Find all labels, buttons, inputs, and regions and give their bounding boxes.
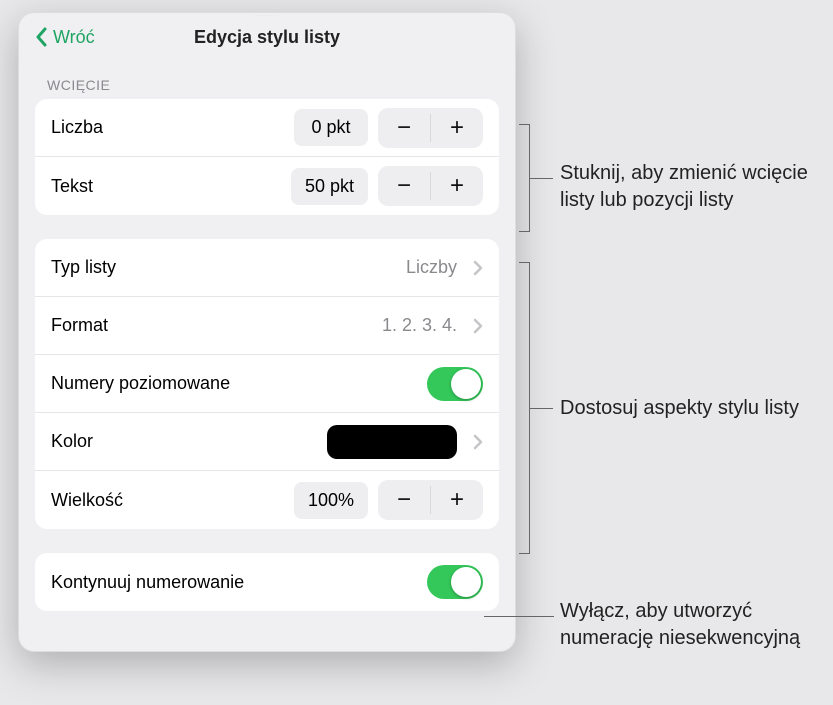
callout-leader-indent [529,178,553,179]
continue-numbering-toggle[interactable] [427,565,483,599]
row-number-indent: Liczba 0 pkt − + [35,99,499,157]
number-indent-value: 0 pkt [294,109,368,146]
size-increment[interactable]: + [431,480,483,520]
tiered-numbers-toggle[interactable] [427,367,483,401]
callout-style: Dostosuj aspekty stylu listy [560,395,799,422]
row-continue-numbering: Kontynuuj numerowanie [35,553,499,611]
callout-leader-continue [484,616,554,617]
chevron-right-icon [473,318,483,334]
popover-header: Wróć Edycja stylu listy [19,13,515,61]
edit-list-style-popover: Wróć Edycja stylu listy WCIĘCIE Liczba 0… [18,12,516,652]
row-tiered-numbers: Numery poziomowane [35,355,499,413]
row-text-indent: Tekst 50 pkt − + [35,157,499,215]
row-list-type[interactable]: Typ listy Liczby [35,239,499,297]
back-button[interactable]: Wróć [35,27,95,48]
row-format[interactable]: Format 1. 2. 3. 4. [35,297,499,355]
text-indent-stepper: − + [378,166,483,206]
row-label-color: Kolor [51,431,327,452]
format-value: 1. 2. 3. 4. [382,315,457,336]
number-indent-increment[interactable]: + [431,108,483,148]
row-label-continue: Kontynuuj numerowanie [51,572,427,593]
number-indent-stepper: − + [378,108,483,148]
size-decrement[interactable]: − [378,480,430,520]
size-stepper: − + [378,480,483,520]
chevron-right-icon [473,260,483,276]
size-value: 100% [294,482,368,519]
popover-content: WCIĘCIE Liczba 0 pkt − + Tekst 50 pkt [19,61,515,651]
row-label-format: Format [51,315,382,336]
row-size: Wielkość 100% − + [35,471,499,529]
text-indent-decrement[interactable]: − [378,166,430,206]
group-continue: Kontynuuj numerowanie [35,553,499,611]
row-color[interactable]: Kolor [35,413,499,471]
row-label-size: Wielkość [51,490,294,511]
section-label-indent: WCIĘCIE [47,77,487,93]
callout-leader-style [529,408,553,409]
chevron-left-icon [35,27,49,47]
list-type-value: Liczby [406,257,457,278]
color-swatch [327,425,457,459]
chevron-right-icon [473,434,483,450]
group-indent: Liczba 0 pkt − + Tekst 50 pkt − [35,99,499,215]
row-label-tiered: Numery poziomowane [51,373,427,394]
callout-indent: Stuknij, aby zmienić wcięcie listy lub p… [560,160,820,214]
callout-continue: Wyłącz, aby utworzyć numerację niesekwen… [560,598,820,652]
text-indent-increment[interactable]: + [431,166,483,206]
row-label-text: Tekst [51,176,291,197]
back-label: Wróć [53,27,95,48]
number-indent-decrement[interactable]: − [378,108,430,148]
group-style: Typ listy Liczby Format 1. 2. 3. 4. [35,239,499,529]
row-label-number: Liczba [51,117,294,138]
text-indent-value: 50 pkt [291,168,368,205]
row-label-list-type: Typ listy [51,257,406,278]
